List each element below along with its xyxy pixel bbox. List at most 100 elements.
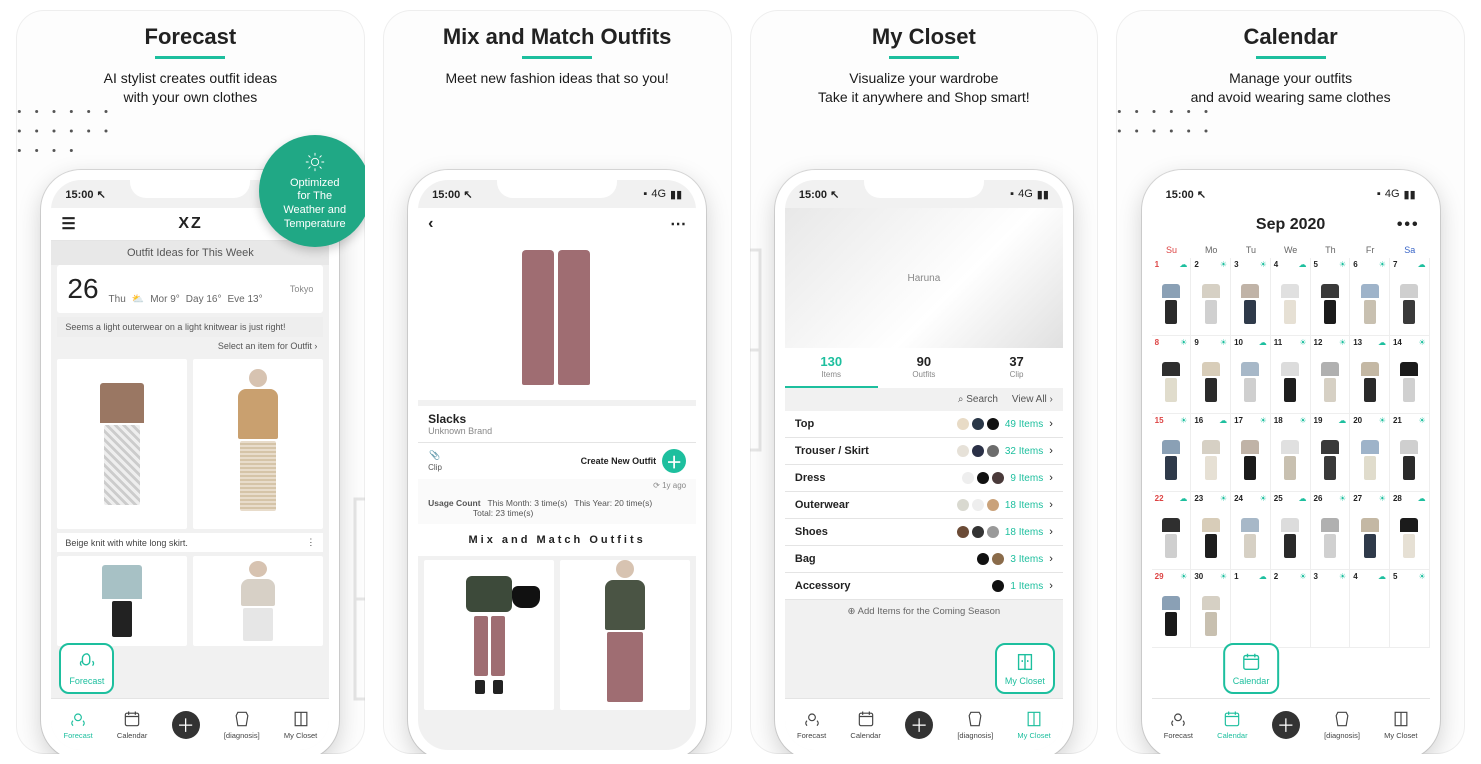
tab-diagnosis[interactable]: [diagnosis] [957,709,993,740]
category-row[interactable]: Dress9 Items› [785,465,1063,492]
calendar-cell[interactable]: 10☁ [1231,336,1271,414]
tab-closet[interactable]: My Closet [284,709,317,740]
outfit-tile[interactable] [57,359,187,529]
float-tab-closet[interactable]: My Closet [995,643,1055,694]
tab-calendar[interactable]: Calendar [850,709,880,740]
calendar-cell[interactable]: 5☀ [1311,258,1351,336]
outfit-tile[interactable] [424,560,554,710]
slot-title: Forecast [26,24,355,59]
viewall-button[interactable]: View All › [1012,394,1053,405]
tab-calendar[interactable]: Calendar [1217,709,1247,740]
float-tab-calendar[interactable]: Calendar [1223,643,1280,694]
tab-add[interactable]: ＋ [1272,711,1300,739]
tab-add[interactable]: ＋ [905,711,933,739]
float-tab-forecast[interactable]: Forecast [59,643,114,694]
outfit-tile[interactable] [193,556,323,646]
outfit-tile[interactable] [57,556,187,646]
closet-cover[interactable]: Haruna [785,208,1063,348]
calendar-grid: 1☁2☀3☀4☁5☀6☀7☁8☀9☀10☁11☀12☀13☁14☀15☀16☁1… [1152,258,1430,648]
menu-icon[interactable]: ☰ [61,214,75,234]
tab-closet[interactable]: My Closet [1384,709,1417,740]
category-row[interactable]: Outerwear18 Items› [785,492,1063,519]
calendar-cell[interactable]: 30☀ [1191,570,1231,648]
calendar-cell[interactable]: 2☀ [1191,258,1231,336]
calendar-cell[interactable]: 4☁ [1350,570,1390,648]
weather-city: Tokyo [290,284,314,294]
clip-button[interactable]: 📎 Clip [428,450,442,472]
tab-diagnosis[interactable]: [diagnosis] [1324,709,1360,740]
category-row[interactable]: Trouser / Skirt32 Items› [785,438,1063,465]
calendar-cell[interactable]: 22☁ [1152,492,1192,570]
tab-closet[interactable]: My Closet [1017,709,1050,740]
calendar-cell[interactable]: 20☀ [1350,414,1390,492]
calendar-cell[interactable]: 14☀ [1390,336,1430,414]
calendar-cell[interactable]: 24☀ [1231,492,1271,570]
calendar-header: Sep 2020 ••• [1152,208,1430,242]
tab-add[interactable]: ＋ [172,711,200,739]
screenshot-forecast: Forecast AI stylist creates outfit ideas… [16,10,365,754]
calendar-cell[interactable]: 19☁ [1311,414,1351,492]
calendar-cell[interactable]: 3☀ [1231,258,1271,336]
item-name: Slacks [428,412,686,426]
tab-forecast[interactable]: Forecast [1164,709,1193,740]
calendar-cell[interactable]: 6☀ [1350,258,1390,336]
calendar-cell[interactable]: 4☁ [1271,258,1311,336]
tab-diagnosis[interactable]: [diagnosis] [224,709,260,740]
phone-frame: 15:00 ↖ ▪ 4G ▮▮ Haruna 130Items 90Outfit… [775,170,1073,754]
calendar-cell[interactable]: 21☀ [1390,414,1430,492]
calendar-cell[interactable]: 13☁ [1350,336,1390,414]
more-icon[interactable]: ⋯ [670,214,686,234]
month-label[interactable]: Sep 2020 [1256,216,1325,234]
closet-segments: 130Items 90Outfits 37Clip [785,348,1063,388]
tab-forecast[interactable]: Forecast [63,709,92,740]
calendar-cell[interactable]: 27☀ [1350,492,1390,570]
calendar-cell[interactable]: 17☀ [1231,414,1271,492]
calendar-cell[interactable]: 7☁ [1390,258,1430,336]
calendar-cell[interactable]: 29☀ [1152,570,1192,648]
more-icon[interactable]: ⋮ [306,537,315,548]
category-row[interactable]: Accessory1 Items› [785,573,1063,600]
calendar-cell[interactable]: 25☁ [1271,492,1311,570]
matched-outfits [418,556,696,714]
calendar-cell[interactable]: 5☀ [1390,570,1430,648]
closet-tools: ⌕ Search View All › [785,388,1063,411]
calendar-cell[interactable]: 3☀ [1311,570,1351,648]
calendar-cell[interactable]: 9☀ [1191,336,1231,414]
user-name: Haruna [907,273,940,284]
slot-subtitle: Manage your outfits and avoid wearing sa… [1126,69,1455,107]
item-image[interactable] [418,240,696,400]
calendar-cell[interactable]: 1☁ [1152,258,1192,336]
add-season-link[interactable]: ⊕ Add Items for the Coming Season [785,600,1063,623]
outfit-tile[interactable] [193,359,323,529]
screenshot-mixmatch: Mix and Match Outfits Meet new fashion i… [383,10,732,754]
category-row[interactable]: Bag3 Items› [785,546,1063,573]
tab-forecast[interactable]: Forecast [797,709,826,740]
calendar-cell[interactable]: 8☀ [1152,336,1192,414]
select-item-link[interactable]: Select an item for Outfit › [51,337,329,355]
weather-card[interactable]: 26 Tokyo Thu ⛅ Mor 9° Day 16° Eve 13° [57,265,323,313]
search-button[interactable]: ⌕ Search [958,394,998,405]
calendar-cell[interactable]: 23☀ [1191,492,1231,570]
calendar-cell[interactable]: 15☀ [1152,414,1192,492]
temp-day: Day 16° [186,294,222,305]
calendar-cell[interactable]: 2☀ [1271,570,1311,648]
calendar-cell[interactable]: 26☀ [1311,492,1351,570]
tab-calendar[interactable]: Calendar [117,709,147,740]
calendar-cell[interactable]: 12☀ [1311,336,1351,414]
item-meta: Slacks Unknown Brand [418,406,696,443]
screenshot-closet: My Closet Visualize your wardrobe Take i… [750,10,1099,754]
calendar-cell[interactable]: 28☁ [1390,492,1430,570]
segment-clip[interactable]: 37Clip [970,348,1063,388]
calendar-cell[interactable]: 16☁ [1191,414,1231,492]
create-outfit-button[interactable]: Create New Outfit ＋ [581,449,687,473]
category-row[interactable]: Top49 Items› [785,411,1063,438]
calendar-cell[interactable]: 18☀ [1271,414,1311,492]
segment-outfits[interactable]: 90Outfits [878,348,971,388]
calendar-cell[interactable]: 1☁ [1231,570,1271,648]
category-row[interactable]: Shoes18 Items› [785,519,1063,546]
calendar-cell[interactable]: 11☀ [1271,336,1311,414]
back-icon[interactable]: ‹ [428,215,433,233]
more-icon[interactable]: ••• [1397,216,1420,234]
outfit-tile[interactable] [560,560,690,710]
segment-items[interactable]: 130Items [785,348,878,388]
